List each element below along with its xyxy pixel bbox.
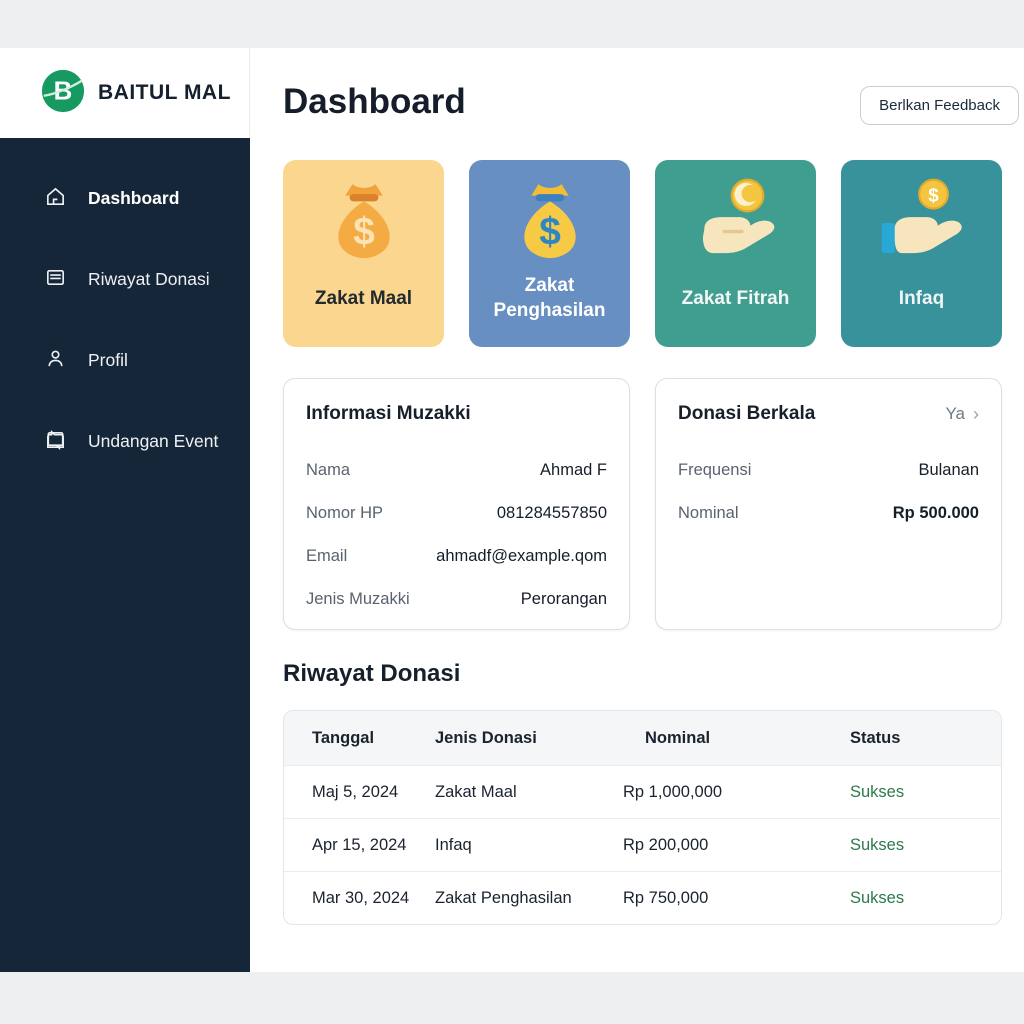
cell-jenis: Infaq [435,836,623,855]
main-content: Dashboard Berlkan Feedback $ Zakat Maal [250,48,1024,972]
cell-tanggal: Apr 15, 2024 [284,836,435,855]
cell-jenis: Zakat Penghasilan [435,889,623,908]
user-icon [44,347,67,375]
app-window: B BAITUL MAL Dashboard Riwayat Donasi [0,48,1024,972]
sidebar-label-profil: Profil [88,350,128,371]
sidebar-item-dashboard[interactable]: Dashboard [0,158,250,239]
col-header-nominal: Nominal [623,729,850,748]
svg-text:$: $ [928,184,939,205]
berkala-row-nominal: Nominal Rp 500.000 [678,492,979,535]
field-value: Perorangan [521,590,607,609]
cell-jenis: Zakat Maal [435,783,623,802]
field-value: Rp 500.000 [893,504,979,523]
table-header-row: Tanggal Jenis Donasi Nominal Status [284,711,1001,765]
brand-logo-icon: B [40,68,86,119]
cell-nominal: Rp 1,000,000 [623,783,850,802]
field-value: ahmadf@example.qom [436,547,607,566]
history-section-title: Riwayat Donasi [283,660,460,688]
quick-actions: $ Zakat Maal $ Zakat Penghasilan [283,160,1002,347]
field-label: Nama [306,461,350,480]
field-label: Nomor HP [306,504,383,523]
sidebar-item-riwayat-donasi[interactable]: Riwayat Donasi [0,239,250,320]
muzakki-card-title: Informasi Muzakki [306,403,471,425]
field-label: Email [306,547,347,566]
card-zakat-maal[interactable]: $ Zakat Maal [283,160,444,347]
svg-text:$: $ [539,210,561,253]
chevron-right-icon: › [973,404,979,425]
col-header-status: Status [850,729,1001,748]
col-header-tanggal: Tanggal [284,729,435,748]
muzakki-row-nomor-hp: Nomor HP 081284557850 [306,492,607,535]
cell-nominal: Rp 750,000 [623,889,850,908]
berkala-toggle-link[interactable]: Ya › [945,404,979,425]
berkala-toggle-value: Ya [945,404,965,424]
field-label: Nominal [678,504,739,523]
field-value: 081284557850 [497,504,607,523]
card-zakat-penghasilan[interactable]: $ Zakat Penghasilan [469,160,630,347]
muzakki-info-card: Informasi Muzakki Nama Ahmad F Nomor HP … [283,378,630,630]
donation-history-table: Tanggal Jenis Donasi Nominal Status Maj … [283,710,1002,925]
card-label: Zakat Fitrah [659,267,812,331]
cell-tanggal: Mar 30, 2024 [284,889,435,908]
muzakki-row-nama: Nama Ahmad F [306,449,607,492]
brand-header: B BAITUL MAL [0,48,250,138]
sidebar-item-undangan-event[interactable]: Undangan Event [0,401,250,482]
donasi-berkala-card: Donasi Berkala Ya › Frequensi Bulanan No… [655,378,1002,630]
status-badge: Sukses [850,836,1001,855]
brand-name: BAITUL MAL [98,81,231,105]
feedback-button[interactable]: Berlkan Feedback [860,86,1019,125]
muzakki-row-jenis: Jenis Muzakki Perorangan [306,578,607,621]
field-value: Bulanan [918,461,979,480]
berkala-row-frequensi: Frequensi Bulanan [678,449,979,492]
hand-dollar-icon: $ [841,174,1002,266]
col-header-jenis: Jenis Donasi [435,729,623,748]
card-zakat-fitrah[interactable]: Zakat Fitrah [655,160,816,347]
sidebar: Dashboard Riwayat Donasi Profil [0,138,250,972]
sidebar-label-undangan-event: Undangan Event [88,431,218,452]
status-badge: Sukses [850,783,1001,802]
field-label: Jenis Muzakki [306,590,410,609]
muzakki-row-email: Email ahmadf@example.qom [306,535,607,578]
card-label: Infaq [845,267,998,331]
berkala-card-title: Donasi Berkala [678,403,815,425]
list-icon [44,266,67,294]
cell-tanggal: Maj 5, 2024 [284,783,435,802]
field-value: Ahmad F [540,461,607,480]
sidebar-label-dashboard: Dashboard [88,188,179,209]
sidebar-item-profil[interactable]: Profil [0,320,250,401]
table-row: Maj 5, 2024 Zakat Maal Rp 1,000,000 Suks… [284,765,1001,818]
table-row: Mar 30, 2024 Zakat Penghasilan Rp 750,00… [284,871,1001,924]
card-infaq[interactable]: $ Infaq [841,160,1002,347]
event-icon [44,428,67,456]
info-cards: Informasi Muzakki Nama Ahmad F Nomor HP … [283,378,1002,630]
card-label: Zakat Maal [287,267,440,331]
cell-nominal: Rp 200,000 [623,836,850,855]
field-label: Frequensi [678,461,751,480]
page-title: Dashboard [283,82,466,122]
status-badge: Sukses [850,889,1001,908]
table-row: Apr 15, 2024 Infaq Rp 200,000 Sukses [284,818,1001,871]
svg-text:$: $ [353,210,375,253]
sidebar-label-riwayat-donasi: Riwayat Donasi [88,269,210,290]
money-bag-icon: $ [469,174,630,266]
card-label: Zakat Penghasilan [473,267,626,331]
hand-coin-icon [655,174,816,266]
money-bag-icon: $ [283,174,444,266]
home-icon [44,185,67,213]
